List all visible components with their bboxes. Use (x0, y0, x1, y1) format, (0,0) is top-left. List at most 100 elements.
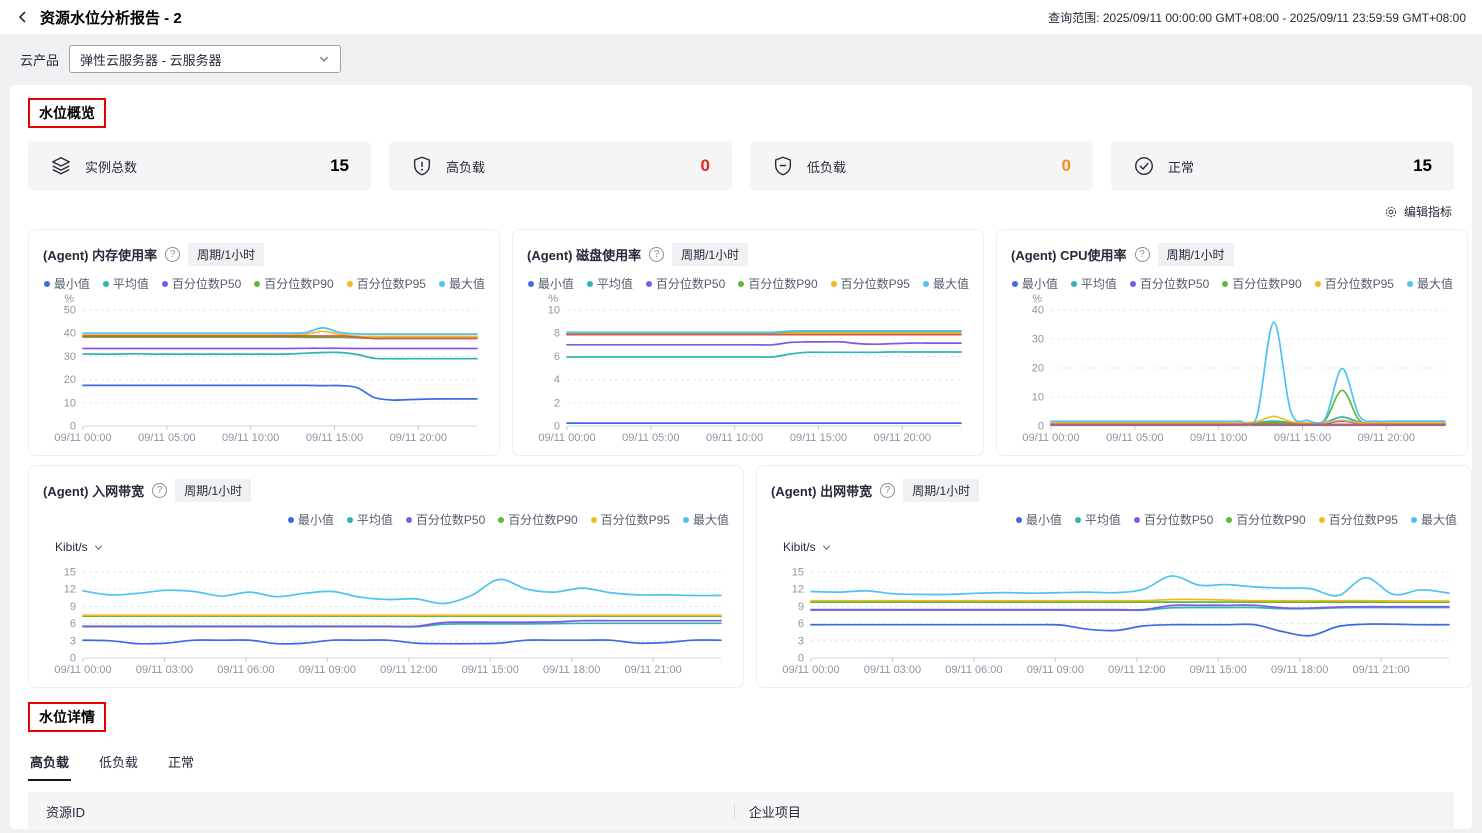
legend-dot (646, 281, 652, 287)
svg-text:10: 10 (548, 305, 560, 317)
legend-item[interactable]: 平均值 (1075, 511, 1121, 528)
legend-item[interactable]: 百分位数P95 (347, 275, 426, 292)
back-button[interactable] (16, 10, 30, 24)
svg-text:40: 40 (1032, 305, 1044, 317)
tab-low-load[interactable]: 低负载 (97, 745, 140, 781)
period-tag: 周期/1小时 (1158, 243, 1234, 266)
series-line (567, 342, 961, 345)
stat-value: 15 (1413, 156, 1432, 176)
legend-item[interactable]: 百分位数P50 (1134, 511, 1213, 528)
svg-text:%: % (1032, 294, 1042, 305)
legend-item[interactable]: 百分位数P90 (1226, 511, 1305, 528)
period-tag: 周期/1小时 (672, 243, 748, 266)
svg-text:09/11 12:00: 09/11 12:00 (1108, 664, 1165, 676)
svg-text:09/11 10:00: 09/11 10:00 (1190, 432, 1247, 444)
disk-usage-line-chart[interactable]: 0246810%09/11 00:0009/11 05:0009/11 10:0… (527, 294, 969, 451)
charts-row-1: (Agent) 内存使用率 ? 周期/1小时 最小值平均值百分位数P50百分位数… (28, 229, 1454, 456)
legend-dot (1411, 517, 1417, 523)
svg-text:30: 30 (1032, 334, 1044, 346)
unit-value: Kibit/s (783, 540, 816, 554)
series-line (83, 579, 721, 603)
svg-text:09/11 20:00: 09/11 20:00 (874, 432, 931, 444)
cloud-product-value: 弹性云服务器 - 云服务器 (80, 50, 222, 69)
inbound-bandwidth-line-chart[interactable]: 0369121509/11 00:0009/11 03:0009/11 06:0… (43, 556, 729, 683)
svg-text:10: 10 (1032, 392, 1044, 404)
chart-legend: 最小值平均值百分位数P50 百分位数P90 百分位数P95 最大值 (527, 275, 969, 292)
legend-item[interactable]: 百分位数P90 (498, 511, 577, 528)
legend-dot (162, 281, 168, 287)
legend-item[interactable]: 最大值 (439, 275, 485, 292)
legend-dot (288, 517, 294, 523)
legend-item[interactable]: 百分位数P50 (646, 275, 725, 292)
legend-item[interactable]: 百分位数P90 (1222, 275, 1301, 292)
svg-text:09/11 00:00: 09/11 00:00 (54, 432, 111, 444)
column-header-enterprise-project: 企业项目 (734, 803, 1454, 819)
svg-text:%: % (548, 294, 558, 305)
stat-label: 低负载 (807, 157, 846, 176)
cloud-product-select[interactable]: 弹性云服务器 - 云服务器 (69, 45, 341, 73)
svg-text:09/11 15:00: 09/11 15:00 (462, 664, 519, 676)
legend-item[interactable]: 最大值 (923, 275, 969, 292)
svg-text:09/11 15:00: 09/11 15:00 (1190, 664, 1247, 676)
svg-text:09/11 09:00: 09/11 09:00 (299, 664, 356, 676)
legend-item[interactable]: 最小值 (1012, 275, 1058, 292)
legend-item[interactable]: 百分位数P95 (831, 275, 910, 292)
legend-item[interactable]: 百分位数P95 (1315, 275, 1394, 292)
chevron-down-icon (318, 53, 330, 65)
legend-item[interactable]: 最小值 (44, 275, 90, 292)
series-line (811, 605, 1449, 610)
unit-selector[interactable]: Kibit/s (783, 540, 1457, 554)
legend-item[interactable]: 最小值 (288, 511, 334, 528)
svg-text:09/11 15:00: 09/11 15:00 (790, 432, 847, 444)
query-range: 查询范围: 2025/09/11 00:00:00 GMT+08:00 - 20… (1048, 9, 1466, 26)
svg-text:09/11 15:00: 09/11 15:00 (1274, 432, 1331, 444)
legend-dot (1407, 281, 1413, 287)
chevron-left-icon (16, 10, 30, 24)
svg-text:09/11 03:00: 09/11 03:00 (136, 664, 193, 676)
legend-item[interactable]: 百分位数P95 (591, 511, 670, 528)
outbound-bandwidth-line-chart[interactable]: 0369121509/11 00:0009/11 03:0009/11 06:0… (771, 556, 1457, 683)
legend-item[interactable]: 百分位数P50 (406, 511, 485, 528)
chart-legend: 最小值平均值百分位数P50 百分位数P90 百分位数P95 最大值 (43, 275, 485, 292)
help-icon[interactable]: ? (649, 247, 664, 262)
legend-item[interactable]: 百分位数P50 (162, 275, 241, 292)
help-icon[interactable]: ? (880, 483, 895, 498)
svg-text:09/11 00:00: 09/11 00:00 (54, 664, 111, 676)
chart-title: (Agent) 磁盘使用率 (527, 245, 641, 264)
help-icon[interactable]: ? (152, 483, 167, 498)
legend-dot (1134, 517, 1140, 523)
legend-item[interactable]: 最小值 (528, 275, 574, 292)
legend-item[interactable]: 最大值 (683, 511, 729, 528)
svg-text:2: 2 (554, 397, 560, 409)
legend-item[interactable]: 最大值 (1407, 275, 1453, 292)
legend-item[interactable]: 最小值 (1016, 511, 1062, 528)
svg-text:09/11 05:00: 09/11 05:00 (622, 432, 679, 444)
memory-usage-line-chart[interactable]: 01020304050%09/11 00:0009/11 05:0009/11 … (43, 294, 485, 451)
unit-selector[interactable]: Kibit/s (55, 540, 729, 554)
check-circle-icon (1133, 155, 1155, 177)
help-icon[interactable]: ? (1135, 247, 1150, 262)
help-icon[interactable]: ? (165, 247, 180, 262)
svg-text:50: 50 (64, 305, 76, 317)
legend-item[interactable]: 百分位数P90 (738, 275, 817, 292)
legend-item[interactable]: 平均值 (347, 511, 393, 528)
svg-text:09/11 20:00: 09/11 20:00 (1358, 432, 1415, 444)
tab-normal[interactable]: 正常 (166, 745, 196, 781)
edit-metrics-button[interactable]: 编辑指标 (30, 203, 1452, 220)
legend-item[interactable]: 平均值 (103, 275, 149, 292)
legend-item[interactable]: 百分位数P95 (1319, 511, 1398, 528)
legend-item[interactable]: 平均值 (1071, 275, 1117, 292)
chart-card-outbound-bandwidth: (Agent) 出网带宽 ? 周期/1小时 最小值平均值百分位数P50百分位数P… (756, 465, 1472, 688)
legend-item[interactable]: 百分位数P50 (1130, 275, 1209, 292)
legend-dot (406, 517, 412, 523)
chevron-down-icon (821, 542, 832, 553)
tab-high-load[interactable]: 高负载 (28, 745, 71, 781)
svg-text:09/11 09:00: 09/11 09:00 (1027, 664, 1084, 676)
chart-card-memory: (Agent) 内存使用率 ? 周期/1小时 最小值平均值百分位数P50百分位数… (28, 229, 500, 456)
legend-item[interactable]: 平均值 (587, 275, 633, 292)
svg-text:9: 9 (798, 601, 804, 613)
legend-item[interactable]: 百分位数P90 (254, 275, 333, 292)
cpu-usage-line-chart[interactable]: 010203040%09/11 00:0009/11 05:0009/11 10… (1011, 294, 1453, 451)
chart-svg: 010203040%09/11 00:0009/11 05:0009/11 10… (1011, 294, 1453, 446)
legend-item[interactable]: 最大值 (1411, 511, 1457, 528)
